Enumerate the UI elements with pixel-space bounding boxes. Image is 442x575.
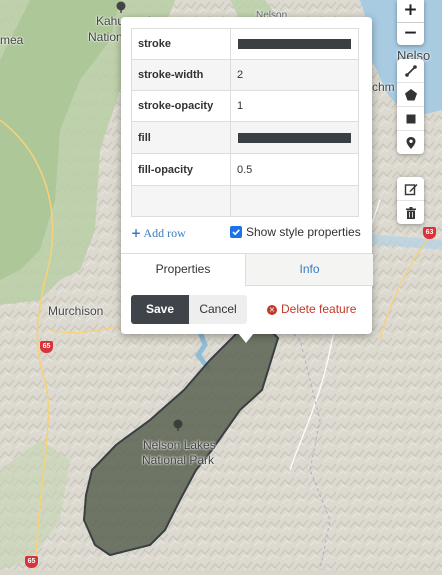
edit-layers-button[interactable] — [397, 177, 424, 200]
map-label-national-park: National Park — [142, 453, 215, 467]
draw-rectangle-button[interactable] — [397, 106, 424, 130]
property-key[interactable]: fill-opacity — [131, 153, 231, 186]
table-row — [131, 185, 359, 217]
popup-tabs: Properties Info — [121, 253, 373, 286]
stroke-color-swatch[interactable] — [238, 39, 351, 49]
rectangle-icon — [406, 114, 415, 123]
polyline-icon — [404, 64, 417, 77]
add-row-link[interactable]: + Add row — [131, 226, 186, 241]
show-style-toggle[interactable]: Show style properties — [230, 225, 361, 239]
tab-info[interactable]: Info — [245, 254, 373, 286]
delete-layers-button[interactable] — [397, 200, 424, 224]
show-style-label: Show style properties — [246, 225, 361, 239]
add-row-label: Add row — [143, 226, 186, 240]
property-key[interactable]: stroke-opacity — [131, 90, 231, 122]
table-row: fill-opacity 0.5 — [131, 153, 359, 186]
park-tree-icon — [115, 0, 127, 18]
zoom-control: + − — [397, 0, 424, 45]
zoom-in-button[interactable]: + — [397, 0, 424, 22]
route-badge-65-south: 65 — [25, 556, 38, 568]
property-key[interactable]: stroke-width — [131, 59, 231, 91]
properties-table: stroke stroke-width 2 stroke-opacity 1 f… — [131, 28, 359, 217]
edit-icon — [404, 183, 417, 195]
map-label-nelson-lakes: Nelson Lakes — [143, 438, 216, 452]
property-value[interactable]: 2 — [230, 59, 359, 91]
draw-polyline-button[interactable] — [397, 59, 424, 82]
feature-popup: stroke stroke-width 2 stroke-opacity 1 f… — [121, 17, 373, 334]
delete-circle-icon: × — [267, 304, 277, 315]
fill-color-swatch[interactable] — [238, 132, 351, 143]
edit-toolbar — [397, 177, 424, 224]
property-value[interactable] — [230, 28, 359, 60]
delete-feature-button[interactable]: × Delete feature — [267, 295, 356, 324]
route-badge-63: 63 — [423, 227, 436, 239]
property-key[interactable]: stroke — [131, 28, 231, 60]
plus-icon: + — [131, 226, 142, 240]
save-button[interactable]: Save — [131, 295, 189, 324]
map-label-mea: mea — [0, 33, 24, 47]
checkbox-checked-icon[interactable] — [230, 226, 242, 238]
property-value[interactable] — [230, 121, 359, 154]
tab-properties[interactable]: Properties — [121, 254, 245, 285]
delete-feature-label: Delete feature — [281, 302, 357, 316]
draw-toolbar — [397, 59, 424, 154]
property-value[interactable]: 0.5 — [230, 153, 359, 186]
popup-tip — [238, 333, 254, 343]
map-label-chm: chm — [372, 80, 395, 94]
park-tree-icon-lakes — [172, 418, 184, 436]
polygon-icon — [404, 88, 417, 100]
marker-icon — [406, 136, 415, 149]
table-row: stroke-width 2 — [131, 59, 359, 91]
map-label-murchison: Murchison — [48, 304, 104, 318]
draw-polygon-button[interactable] — [397, 82, 424, 106]
table-row: fill — [131, 121, 359, 154]
table-row: stroke-opacity 1 — [131, 90, 359, 122]
property-key[interactable]: fill — [131, 121, 231, 154]
property-key-empty[interactable] — [131, 185, 231, 217]
cancel-button[interactable]: Cancel — [189, 295, 247, 324]
trash-icon — [405, 206, 416, 219]
zoom-out-button[interactable]: − — [397, 22, 424, 45]
property-value-empty[interactable] — [230, 185, 359, 217]
draw-marker-button[interactable] — [397, 130, 424, 154]
property-value[interactable]: 1 — [230, 90, 359, 122]
table-row: stroke — [131, 28, 359, 60]
route-badge-65: 65 — [40, 341, 53, 353]
